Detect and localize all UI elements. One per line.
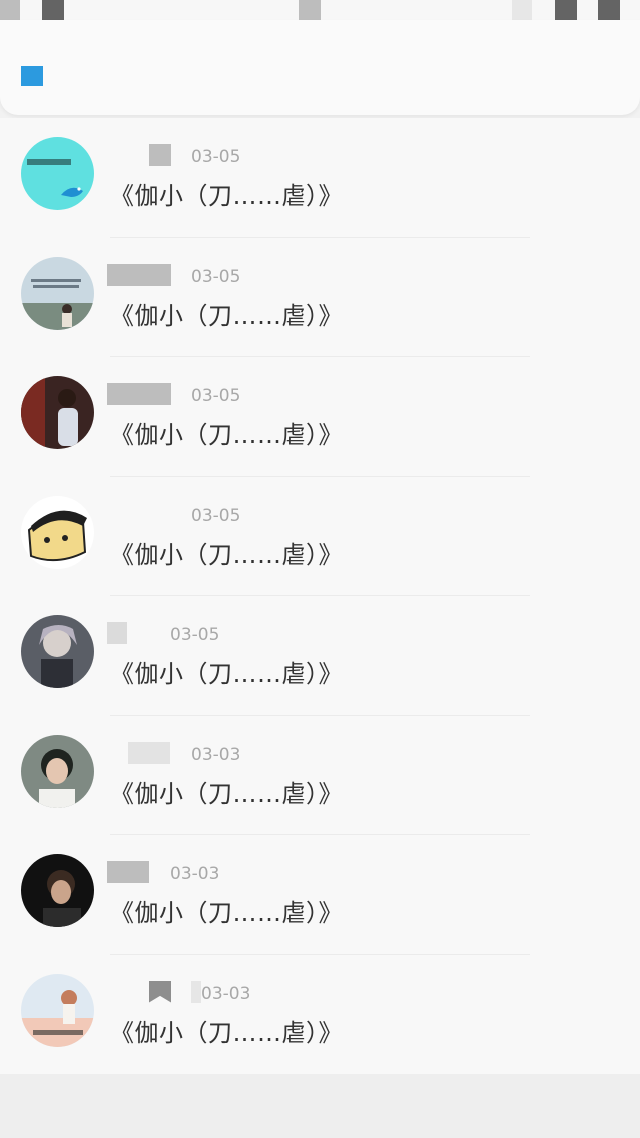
cartoon-face-avatar [21,495,94,569]
message-list: 03-05 《伽小（刀……虐）》 03-05 《伽小（刀……虐）》 03-05 … [0,118,640,1074]
username-masked [128,741,170,764]
list-item[interactable]: 03-05 《伽小（刀……虐）》 [0,596,640,716]
avatar[interactable] [21,137,94,210]
avatar[interactable] [21,256,94,330]
avatar[interactable] [21,376,94,449]
young-man-avatar [21,734,94,808]
username-masked [107,622,127,644]
battery-icon [555,0,577,21]
username-masked [191,980,201,1003]
list-item[interactable]: 03-05 《伽小（刀……虐）》 [0,477,640,596]
status-indicator [0,0,20,21]
whale-text-avatar [21,137,94,210]
date-label: 03-03 [170,864,220,884]
username-masked [107,861,149,883]
list-item[interactable]: 03-05 《伽小（刀……虐）》 [0,118,640,238]
status-indicator [512,0,532,21]
avatar[interactable] [21,734,94,808]
list-item[interactable]: 03-05 《伽小（刀……虐）》 [0,238,640,357]
list-item[interactable]: 03-03 《伽小（刀……虐）》 [0,716,640,835]
signal-icon [598,0,620,21]
dark-portrait-avatar [21,854,94,927]
message-title: 《伽小（刀……虐）》 [110,779,343,808]
date-label: 03-05 [170,625,220,645]
date-label: 03-03 [201,983,251,1004]
list-item[interactable]: 03-05 《伽小（刀……虐）》 [0,357,640,477]
date-label: 03-05 [191,505,241,526]
status-indicator [42,0,64,21]
username-masked [107,383,171,405]
bookmark-icon [149,980,171,1003]
woman-photo-avatar [21,376,94,449]
bottom-area [0,1074,640,1138]
message-title: 《伽小（刀……虐）》 [110,899,343,927]
date-label: 03-05 [191,386,241,406]
message-title: 《伽小（刀……虐）》 [110,301,343,330]
message-title: 《伽小（刀……虐）》 [110,660,343,688]
message-title: 《伽小（刀……虐）》 [110,540,343,569]
anime-character-avatar [21,615,94,688]
message-title: 《伽小（刀……虐）》 [110,1018,343,1047]
avatar[interactable] [21,615,94,688]
username-masked [149,144,171,166]
girl-flowers-avatar [21,973,94,1047]
date-label: 03-03 [191,744,241,765]
square-icon[interactable] [21,66,43,86]
seaside-girl-avatar [21,256,94,330]
avatar[interactable] [21,973,94,1047]
date-label: 03-05 [191,266,241,287]
avatar[interactable] [21,495,94,569]
date-label: 03-05 [191,147,241,167]
status-indicator [299,0,321,21]
header-bar [0,20,640,115]
message-title: 《伽小（刀……虐）》 [110,182,343,210]
message-title: 《伽小（刀……虐）》 [110,421,343,449]
username-masked [107,263,171,286]
avatar[interactable] [21,854,94,927]
list-item[interactable]: 03-03 《伽小（刀……虐）》 [0,835,640,955]
list-item[interactable]: 03-03 《伽小（刀……虐）》 [0,955,640,1075]
